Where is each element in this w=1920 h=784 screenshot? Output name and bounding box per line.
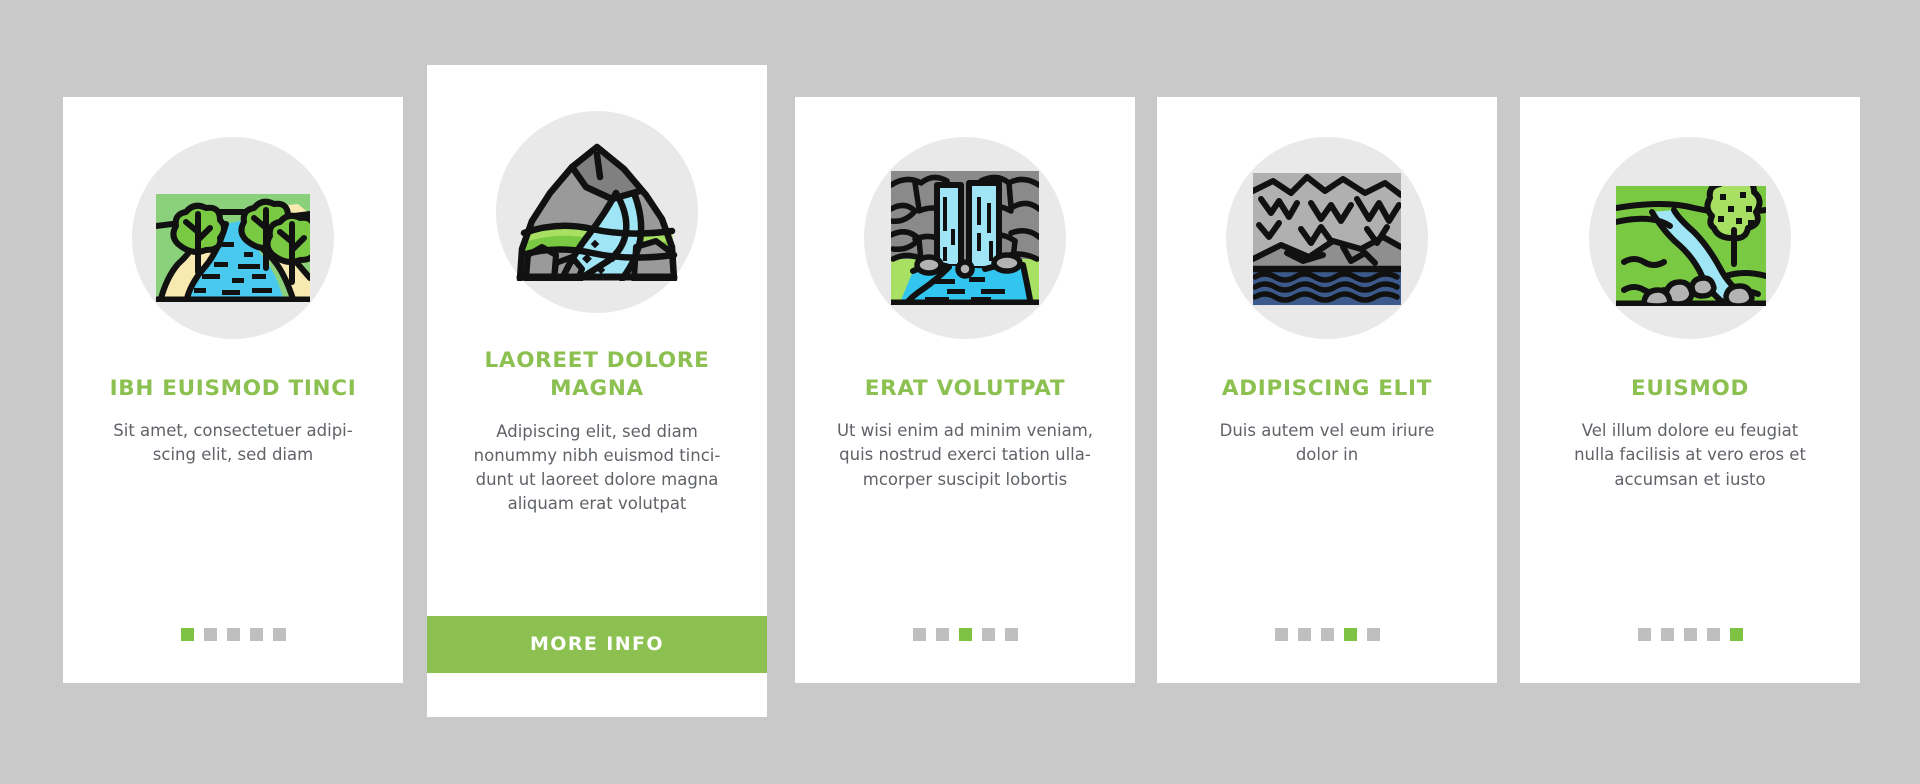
- pagination-dot[interactable]: [912, 628, 926, 641]
- card-title: ERAT VOLUTPAT: [864, 376, 1066, 401]
- pagination-dot[interactable]: [1320, 628, 1334, 641]
- pagination-dot[interactable]: [226, 628, 240, 641]
- pagination-dot[interactable]: [1637, 628, 1651, 641]
- onboarding-card-5[interactable]: EUISMOD Vel illum dolore eu feugiat null…: [1520, 97, 1860, 683]
- pagination-dot[interactable]: [1366, 628, 1380, 641]
- pagination-dot[interactable]: [981, 628, 995, 641]
- pagination-dots[interactable]: [1637, 628, 1743, 641]
- card-title: EUISMOD: [1630, 376, 1750, 401]
- onboarding-card-1[interactable]: IBH EUISMOD TINCI Sit amet, consectetuer…: [63, 97, 403, 683]
- onboarding-card-3[interactable]: ERAT VOLUTPAT Ut wisi enim ad minim veni…: [795, 97, 1135, 683]
- pagination-dot[interactable]: [1297, 628, 1311, 641]
- pagination-dot[interactable]: [1683, 628, 1697, 641]
- pagination-dots[interactable]: [912, 628, 1018, 641]
- card-title: LAOREET DOLORE MAGNA: [484, 348, 710, 402]
- pagination-dot[interactable]: [1706, 628, 1720, 641]
- pagination-dots[interactable]: [1274, 628, 1380, 641]
- onboarding-card-4[interactable]: ADIPISCING ELIT Duis autem vel eum iriur…: [1157, 97, 1497, 683]
- onboarding-card-2[interactable]: LAOREET DOLORE MAGNA Adipiscing elit, se…: [427, 65, 767, 717]
- card-description: Sit amet, consectetuer adipi- scing elit…: [113, 421, 353, 465]
- card-description: Adipiscing elit, sed diam nonummy nibh e…: [473, 421, 721, 513]
- pagination-dot[interactable]: [203, 628, 217, 641]
- pagination-dot[interactable]: [1343, 628, 1357, 641]
- mountain-stream-icon: [496, 111, 698, 313]
- pagination-dots[interactable]: [180, 628, 286, 641]
- waterfall-icon: [864, 137, 1066, 339]
- onboarding-screens-container: IBH EUISMOD TINCI Sit amet, consectetuer…: [0, 0, 1920, 784]
- pagination-dot[interactable]: [958, 628, 972, 641]
- pagination-dot[interactable]: [180, 628, 194, 641]
- pagination-dot[interactable]: [1729, 628, 1743, 641]
- card-description: Vel illum dolore eu feugiat nulla facili…: [1574, 421, 1806, 489]
- meadow-creek-tree-icon: [1589, 137, 1791, 339]
- card-title: ADIPISCING ELIT: [1221, 376, 1433, 401]
- pagination-dot[interactable]: [1660, 628, 1674, 641]
- pagination-dot[interactable]: [1274, 628, 1288, 641]
- card-title: IBH EUISMOD TINCI: [109, 376, 357, 401]
- pagination-dot[interactable]: [249, 628, 263, 641]
- pagination-dot[interactable]: [272, 628, 286, 641]
- river-with-trees-icon: [132, 137, 334, 339]
- pagination-dot[interactable]: [935, 628, 949, 641]
- more-info-button[interactable]: MORE INFO: [427, 616, 767, 673]
- rocky-cliff-sea-icon: [1226, 137, 1428, 339]
- card-description: Duis autem vel eum iriure dolor in: [1219, 421, 1435, 465]
- card-description: Ut wisi enim ad minim veniam, quis nostr…: [836, 421, 1094, 489]
- pagination-dot[interactable]: [1004, 628, 1018, 641]
